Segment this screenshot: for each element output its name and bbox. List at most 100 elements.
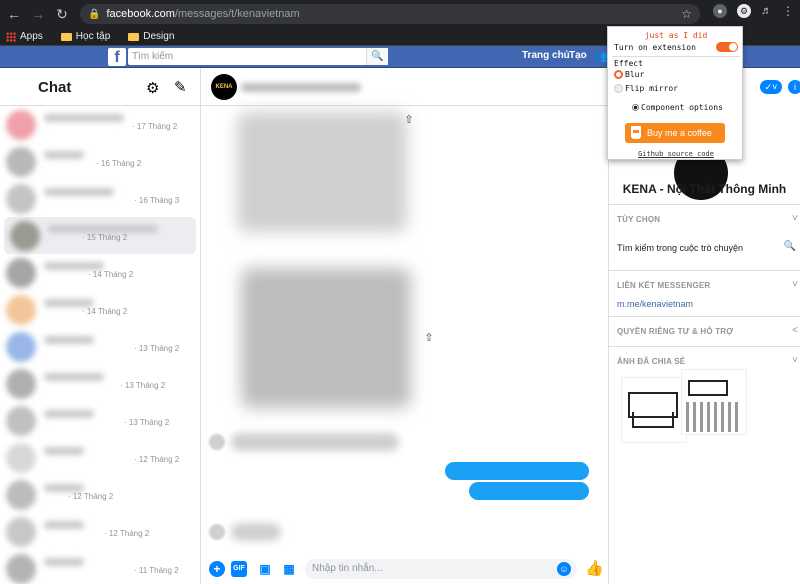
list-item[interactable]: · 13 Tháng 2 [0,328,200,365]
info-icon[interactable]: i [788,80,800,94]
blur-option[interactable]: Blur [614,70,644,79]
list-item[interactable]: · 11 Tháng 2 [0,550,200,584]
conversation-panel: KENA ⇧ ⇧ + GIF ▣ ▦ Nhập tin nhắn... ☺ 👍 [201,68,609,584]
message-placeholder: Nhập tin nhắn... [312,563,383,574]
search-icon[interactable]: 🔍 [366,48,388,65]
conversation-date: · 14 Tháng 2 [88,270,134,279]
coffee-label: Buy me a coffee [647,128,712,138]
list-item[interactable]: · 15 Tháng 2 [4,217,196,254]
conversation-date: · 12 Tháng 2 [134,455,180,464]
avatar [6,443,36,473]
page-name: KENA - Nội Thất Thông Minh [622,182,787,196]
facebook-logo-icon[interactable]: f [108,48,126,66]
share-icon[interactable]: ⇧ [421,330,437,346]
conversation-date: · 16 Tháng 3 [134,196,180,205]
list-item[interactable]: · 16 Tháng 3 [0,180,200,217]
blurred-contact-name [44,410,94,418]
url-path: /messages/t/kenavietnam [174,8,300,20]
chevron-down-icon[interactable]: ✓˅ [760,80,782,94]
address-bar[interactable]: 🔒 facebook.com/messages/t/kenavietnam ☆ [80,4,700,24]
options-header[interactable]: TÙY CHỌN [617,215,660,224]
bookmark-design[interactable]: Design [128,31,174,42]
chevron-down-icon[interactable]: ˅ [792,355,798,366]
thumbs-up-icon[interactable]: 👍 [585,559,604,577]
component-options[interactable]: Component options [632,103,723,112]
list-item[interactable]: · 12 Tháng 2 [0,513,200,550]
avatar [6,480,36,510]
coffee-cup-icon [631,126,641,139]
forward-icon[interactable]: → [28,4,48,24]
avatar [10,221,40,251]
shared-photo[interactable] [681,369,747,435]
extension-icons: ● ⚙ ♬ ⋮ [713,4,794,18]
list-item[interactable]: · 14 Tháng 2 [0,291,200,328]
extension-popup: just as I did Turn on extension Effect B… [607,26,743,160]
home-link[interactable]: Trang chủ [522,50,570,61]
share-icon[interactable]: ⇧ [401,112,417,128]
shared-photos-header[interactable]: ẢNH ĐÃ CHIA SẺ [617,357,685,366]
radio-selected-icon[interactable] [614,70,623,79]
sent-message-bubble [469,482,589,500]
divider [612,56,740,57]
avatar [6,295,36,325]
chevron-down-icon[interactable]: ˅ [792,279,798,290]
chevron-left-icon[interactable]: ˂ [792,325,798,336]
gear-icon[interactable]: ⚙ [146,79,159,97]
conversation-date: · 13 Tháng 2 [124,418,170,427]
avatar [6,184,36,214]
conversation-date: · 13 Tháng 2 [120,381,166,390]
photo-icon[interactable]: ▦ [281,561,297,577]
list-item[interactable]: · 16 Tháng 2 [0,143,200,180]
messenger-link-section: LIÊN KẾT MESSENGER ˅ m.me/kenavietnam [609,270,800,320]
flip-mirror-option[interactable]: Flip mirror [614,84,678,93]
avatar [6,110,36,140]
gif-icon[interactable]: GIF [231,561,247,577]
fb-search-input[interactable]: Tìm kiếm 🔍 [128,48,388,65]
chevron-down-icon[interactable]: ˅ [792,213,798,224]
radio-dot-icon[interactable] [632,104,639,111]
media-icon[interactable]: ♬ [761,5,772,17]
just-as-i-did-extension-icon[interactable]: ⚙ [737,4,751,18]
buy-me-a-coffee-button[interactable]: Buy me a coffee [625,123,725,143]
effect-label: Effect [614,59,643,68]
back-icon[interactable]: ← [4,4,24,24]
extension-icon[interactable]: ● [713,4,727,18]
list-item[interactable]: · 17 Tháng 2 [0,106,200,143]
list-item[interactable]: · 14 Tháng 2 [0,254,200,291]
extension-toggle[interactable] [716,42,738,52]
bookmark-label: Design [143,31,175,42]
create-link[interactable]: Tạo [569,50,587,61]
radio-unselected-icon[interactable] [614,84,623,93]
conversation-date: · 12 Tháng 2 [68,492,114,501]
avatar[interactable]: KENA [211,74,237,100]
emoji-icon[interactable]: ☺ [557,562,571,576]
conversation-date: · 14 Tháng 2 [82,307,128,316]
list-item[interactable]: · 13 Tháng 2 [0,402,200,439]
blurred-contact-name [44,299,94,307]
search-icon[interactable]: 🔍 [784,241,796,252]
list-item[interactable]: · 12 Tháng 2 [0,439,200,476]
conversation-date: · 11 Tháng 2 [134,566,179,575]
message-input[interactable]: Nhập tin nhắn... ☺ [305,559,577,579]
avatar [6,258,36,288]
shared-photo[interactable] [621,377,687,443]
sticker-icon[interactable]: ▣ [257,561,273,577]
list-item[interactable]: · 12 Tháng 2 [0,476,200,513]
friends-icon[interactable]: 👥 [594,50,608,63]
messenger-link[interactable]: m.me/kenavietnam [617,299,693,309]
search-in-conversation[interactable]: Tìm kiếm trong cuộc trò chuyện [617,243,743,253]
bookmark-apps[interactable]: Apps [6,31,43,42]
plus-icon[interactable]: + [209,561,225,577]
bookmark-star-icon[interactable]: ☆ [681,7,692,21]
github-link[interactable]: Github source code [608,150,744,158]
blurred-message-bubble [231,523,281,541]
conversation-header: KENA [201,68,608,106]
url-host: facebook.com [106,8,175,20]
compose-icon[interactable]: ✎ [174,78,187,96]
list-item[interactable]: · 13 Tháng 2 [0,365,200,402]
privacy-header[interactable]: QUYỀN RIÊNG TƯ & HỖ TRỢ [617,327,733,336]
bookmark-hoc-tap[interactable]: Học tập [60,31,110,42]
reload-icon[interactable]: ↻ [52,4,72,24]
messenger-link-header[interactable]: LIÊN KẾT MESSENGER [617,281,710,290]
menu-icon[interactable]: ⋮ [782,4,794,18]
